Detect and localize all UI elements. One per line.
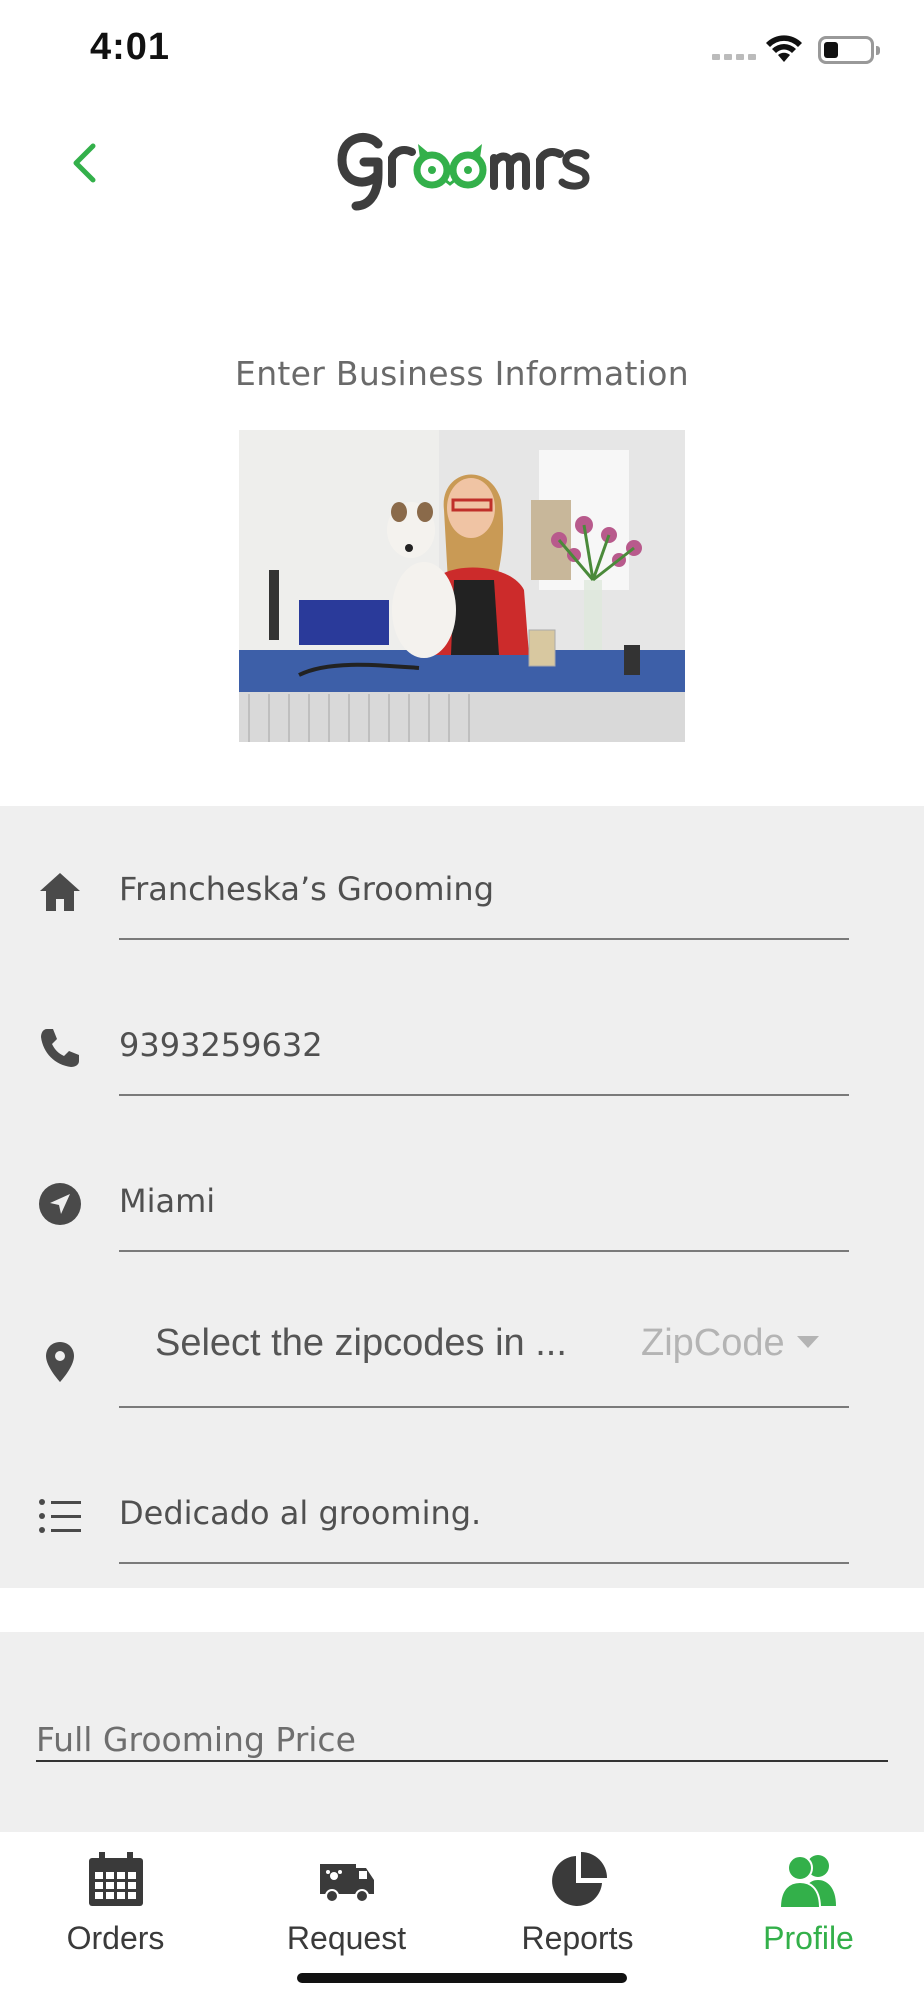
city-underline bbox=[119, 1250, 849, 1252]
status-bar: 4:01 bbox=[0, 0, 924, 100]
phone-icon bbox=[36, 1024, 84, 1072]
navigation-icon bbox=[36, 1180, 84, 1228]
users-icon bbox=[780, 1855, 836, 1908]
van-icon bbox=[320, 1864, 374, 1903]
battery-icon bbox=[818, 36, 880, 64]
business-name-row: Francheska’s Grooming bbox=[0, 806, 924, 962]
price-underline bbox=[36, 1760, 888, 1762]
business-name-input[interactable]: Francheska’s Grooming bbox=[119, 870, 494, 908]
header bbox=[0, 100, 924, 230]
business-form: Francheska’s Grooming 9393259632 Miami S… bbox=[0, 806, 924, 1588]
tab-reports[interactable]: Reports bbox=[462, 1852, 693, 1962]
pie-chart-icon bbox=[552, 1852, 607, 1906]
city-row: Miami bbox=[0, 1118, 924, 1274]
phone-row: 9393259632 bbox=[0, 962, 924, 1118]
business-name-underline bbox=[119, 938, 849, 940]
tab-request-label: Request bbox=[286, 1920, 407, 1956]
zipcode-underline bbox=[119, 1406, 849, 1408]
home-indicator bbox=[297, 1973, 627, 1983]
zipcode-prompt: Select the zipcodes in ... bbox=[155, 1322, 567, 1364]
zipcode-row: Select the zipcodes in ... ZipCode bbox=[0, 1274, 924, 1430]
tab-reports-label: Reports bbox=[521, 1920, 634, 1956]
tab-orders[interactable]: Orders bbox=[0, 1852, 231, 1962]
caret-down-icon bbox=[797, 1336, 819, 1348]
wifi-icon bbox=[766, 35, 802, 62]
city-input[interactable]: Miami bbox=[119, 1182, 215, 1220]
page-title: Enter Business Information bbox=[235, 354, 689, 393]
description-underline bbox=[119, 1562, 849, 1564]
business-photo[interactable] bbox=[239, 430, 685, 742]
signal-icon bbox=[712, 54, 756, 60]
pricing-section: Full Grooming Price bbox=[0, 1632, 924, 1832]
phone-input[interactable]: 9393259632 bbox=[119, 1026, 323, 1064]
status-time: 4:01 bbox=[90, 26, 171, 68]
chevron-left-icon bbox=[73, 143, 96, 183]
back-button[interactable] bbox=[62, 138, 106, 188]
description-input[interactable]: Dedicado al grooming. bbox=[119, 1494, 481, 1532]
tab-request[interactable]: Request bbox=[231, 1852, 462, 1962]
list-icon bbox=[36, 1492, 84, 1540]
calendar-icon bbox=[89, 1852, 143, 1906]
phone-underline bbox=[119, 1094, 849, 1096]
zipcode-value: ZipCode bbox=[641, 1322, 785, 1364]
home-icon bbox=[36, 868, 84, 916]
full-grooming-price-input[interactable]: Full Grooming Price bbox=[36, 1720, 356, 1759]
screen: 4:01 Enter Business Information Franches… bbox=[0, 0, 924, 2000]
location-pin-icon bbox=[36, 1338, 84, 1386]
groomrs-logo bbox=[337, 132, 590, 211]
tab-profile[interactable]: Profile bbox=[693, 1852, 924, 1962]
tab-orders-label: Orders bbox=[66, 1920, 165, 1956]
description-row: Dedicado al grooming. bbox=[0, 1430, 924, 1586]
zipcode-select[interactable]: Select the zipcodes in ... ZipCode bbox=[119, 1274, 849, 1384]
tab-profile-label: Profile bbox=[763, 1920, 854, 1956]
